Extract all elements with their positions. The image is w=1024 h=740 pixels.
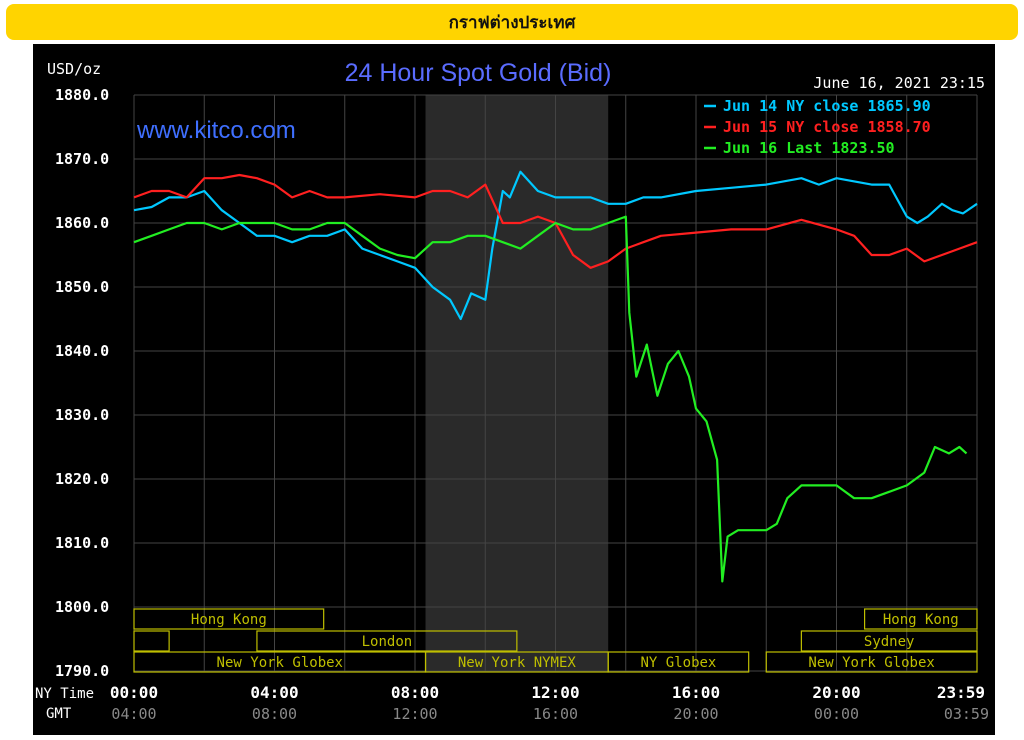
legend-label: Jun 16 Last 1823.50 (723, 139, 895, 157)
session-label: Hong Kong (191, 612, 267, 628)
x-ny-tick: 16:00 (672, 683, 720, 702)
legend-label: Jun 14 NY close 1865.90 (723, 97, 931, 115)
y-tick-label: 1860.0 (55, 214, 109, 232)
y-tick-label: 1830.0 (55, 406, 109, 424)
x-gmt-tick: 12:00 (392, 705, 437, 723)
gold-chart: Hong Kong Hong Kong London Sydney New York G… (33, 44, 995, 735)
x-ny-tick: 23:59 (937, 683, 985, 702)
watermark: www.kitco.com (136, 117, 296, 144)
session-label: NY Globex (641, 655, 717, 671)
x-ny-tick: 08:00 (391, 683, 439, 702)
x-gmt-tick: 03:59 (944, 705, 989, 723)
y-tick-label: 1870.0 (55, 150, 109, 168)
legend-label: Jun 15 NY close 1858.70 (723, 118, 931, 136)
session-label: Sydney (864, 634, 915, 650)
x-ny-tick: 04:00 (250, 683, 298, 702)
session-label: New York Globex (217, 655, 343, 671)
x-gmt-tick: 00:00 (814, 705, 859, 723)
x-ny-label: NY Time (35, 686, 94, 702)
y-tick-label: 1840.0 (55, 342, 109, 360)
x-gmt-tick: 16:00 (533, 705, 578, 723)
x-gmt-label: GMT (46, 706, 72, 722)
gold-chart-svg: Hong Kong Hong Kong London Sydney New York G… (33, 44, 995, 735)
y-tick-label: 1810.0 (55, 534, 109, 552)
x-ny-tick: 20:00 (812, 683, 860, 702)
session-label: London (362, 634, 413, 650)
x-gmt-tick: 20:00 (673, 705, 718, 723)
chart-title: 24 Hour Spot Gold (Bid) (345, 59, 612, 87)
y-axis-label: USD/oz (47, 60, 101, 78)
y-tick-label: 1880.0 (55, 86, 109, 104)
session-label: New York Globex (808, 655, 934, 671)
y-tick-label: 1820.0 (55, 470, 109, 488)
session-label: Hong Kong (883, 612, 959, 628)
session-label: New York NYMEX (458, 655, 577, 671)
x-ny-tick: 12:00 (531, 683, 579, 702)
page-banner: กราฟต่างประเทศ (6, 4, 1018, 40)
x-ny-tick: 00:00 (110, 683, 158, 702)
date-label: June 16, 2021 23:15 (813, 74, 985, 92)
x-gmt-tick: 08:00 (252, 705, 297, 723)
banner-title: กราฟต่างประเทศ (448, 12, 576, 33)
x-gmt-tick: 04:00 (111, 705, 156, 723)
y-tick-label: 1800.0 (55, 598, 109, 616)
y-tick-label: 1850.0 (55, 278, 109, 296)
y-tick-label: 1790.0 (55, 662, 109, 680)
